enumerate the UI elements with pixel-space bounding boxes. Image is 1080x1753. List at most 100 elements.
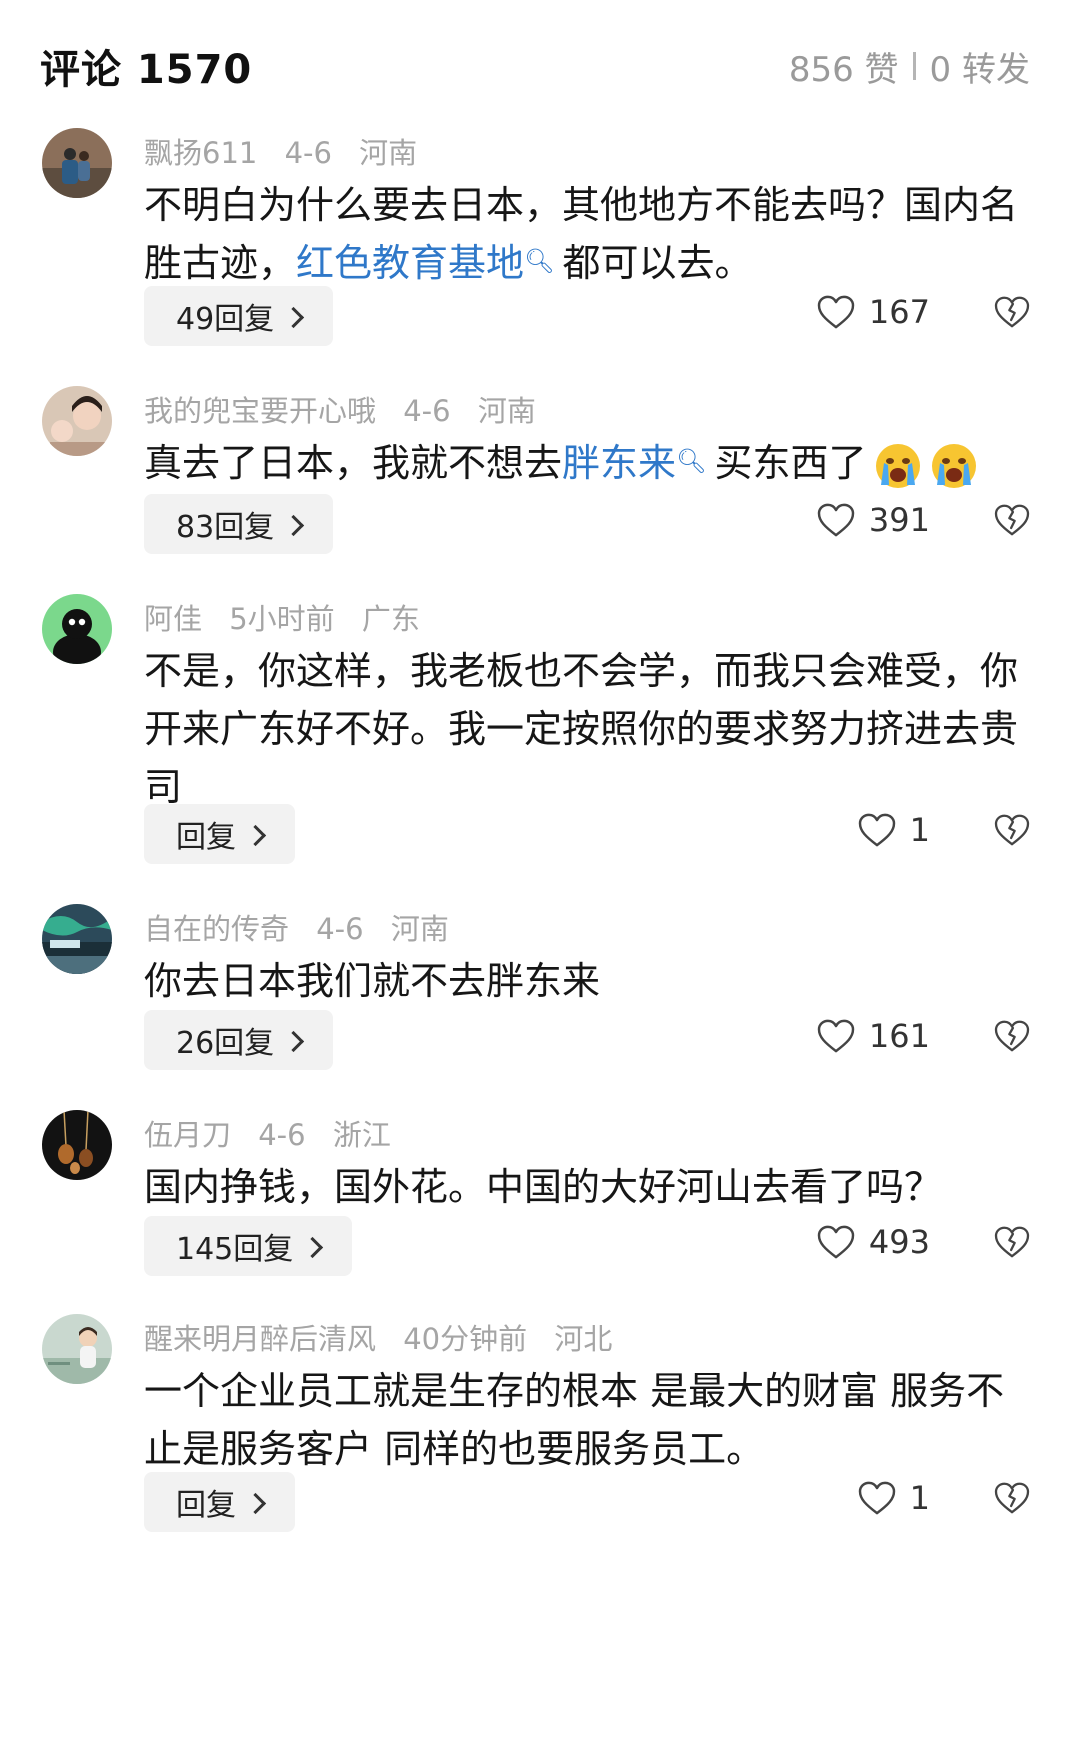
comment-username[interactable]: 自在的传奇	[144, 912, 289, 946]
comments-header: 评论 1570 856 赞 0 转发	[40, 40, 1030, 93]
reply-count-label: 回复	[176, 820, 236, 855]
comment-time: 4-6	[403, 394, 451, 428]
comment-text: 你去日本我们就不去胖东来	[144, 959, 601, 1003]
search-link[interactable]: 红色教育基地	[296, 241, 524, 285]
like-button[interactable]: 161	[817, 1006, 930, 1066]
stats-divider	[912, 52, 916, 80]
crying-face-emoji-icon	[931, 443, 976, 488]
comment-text-part: 都可以去。	[562, 241, 753, 285]
comment-time: 4-6	[284, 136, 332, 170]
comment-username[interactable]: 伍月刀	[144, 1118, 231, 1152]
view-replies-button[interactable]: 26回复	[144, 1010, 334, 1070]
comment-text-part: 买东西了	[714, 441, 867, 485]
like-button[interactable]: 391	[817, 490, 930, 550]
post-stats: 856 赞 0 转发	[789, 42, 1030, 91]
user-avatar[interactable]	[42, 594, 112, 664]
dislike-button[interactable]	[994, 1212, 1030, 1272]
like-count: 1	[909, 811, 930, 849]
chevron-right-icon	[283, 514, 305, 536]
comment-text: 不是，你这样，我老板也不会学，而我只会难受，你开来广东好不好。我一定按照你的要求…	[144, 649, 1019, 809]
chevron-right-icon	[283, 1030, 305, 1052]
heart-icon	[817, 1019, 855, 1053]
post-shares-count[interactable]: 0 转发	[930, 42, 1030, 91]
dislike-button[interactable]	[994, 490, 1030, 550]
user-avatar[interactable]	[42, 904, 112, 974]
like-count: 161	[868, 1017, 930, 1055]
broken-heart-icon	[994, 814, 1030, 846]
broken-heart-icon	[994, 1020, 1030, 1052]
search-link[interactable]: 胖东来	[562, 441, 676, 485]
chevron-right-icon	[244, 824, 267, 846]
comment-text: 不明白为什么要去日本，其他地方不能去吗？国内名胜古迹，红色教育基地🔍︎ 都可以去。	[144, 176, 1024, 292]
comment-time: 4-6	[258, 1118, 306, 1152]
jewelry-avatar-icon	[42, 1110, 112, 1180]
chevron-right-icon	[302, 1236, 324, 1258]
comment-meta: 伍月刀 4-6 浙江	[144, 1112, 409, 1154]
dislike-button[interactable]	[994, 1006, 1030, 1066]
user-avatar[interactable]	[42, 128, 112, 198]
comment-region: 广东	[361, 602, 420, 636]
search-icon: 🔍︎	[676, 447, 707, 475]
post-likes-count[interactable]: 856 赞	[789, 42, 899, 91]
landscape-avatar-icon	[42, 904, 112, 974]
like-button[interactable]: 167	[817, 282, 930, 342]
dislike-button[interactable]	[994, 800, 1030, 860]
comment-time: 4-6	[316, 912, 364, 946]
comment-meta: 自在的传奇 4-6 河南	[144, 906, 467, 948]
heart-icon	[858, 1481, 896, 1515]
like-count: 493	[868, 1223, 930, 1261]
reply-count-label: 26回复	[176, 1026, 275, 1061]
user-avatar-photo-icon	[42, 128, 112, 198]
comment-text-part: 真去了日本，我就不想去	[144, 441, 563, 485]
comment-meta: 醒来明月醉后清风 40分钟前 河北	[144, 1316, 630, 1358]
view-replies-button[interactable]: 83回复	[144, 494, 334, 554]
comment-region: 河北	[554, 1322, 613, 1356]
user-avatar[interactable]	[42, 1110, 112, 1180]
like-count: 391	[868, 501, 930, 539]
cartoon-avatar-icon	[42, 594, 112, 664]
view-replies-button[interactable]: 回复	[144, 1472, 295, 1532]
broken-heart-icon	[994, 1482, 1030, 1514]
reply-count-label: 83回复	[176, 510, 275, 545]
heart-icon	[817, 1225, 855, 1259]
comment-username[interactable]: 飘扬611	[144, 136, 257, 170]
like-button[interactable]: 1	[858, 1468, 930, 1528]
user-avatar-photo-icon	[42, 386, 112, 456]
comment-username[interactable]: 醒来明月醉后清风	[144, 1322, 376, 1356]
crying-face-emoji-icon	[875, 443, 920, 488]
heart-icon	[817, 503, 855, 537]
comments-page: 评论 1570 856 赞 0 转发 飘扬611 4-6 河南 不明白为什么要去…	[0, 0, 1080, 1753]
like-count: 1	[909, 1479, 930, 1517]
dislike-button[interactable]	[994, 1468, 1030, 1528]
heart-icon	[858, 813, 896, 847]
reply-count-label: 49回复	[176, 302, 275, 337]
comment-region: 河南	[390, 912, 449, 946]
comment-meta: 阿佳 5小时前 广东	[144, 596, 438, 638]
broken-heart-icon	[994, 504, 1030, 536]
comment-region: 河南	[477, 394, 536, 428]
view-replies-button[interactable]: 145回复	[144, 1216, 353, 1276]
comment-region: 浙江	[332, 1118, 391, 1152]
reply-count-label: 回复	[176, 1488, 236, 1523]
like-count: 167	[868, 293, 930, 331]
like-button[interactable]: 493	[817, 1212, 930, 1272]
like-button[interactable]: 1	[858, 800, 930, 860]
dislike-button[interactable]	[994, 282, 1030, 342]
user-avatar[interactable]	[42, 1314, 112, 1384]
view-replies-button[interactable]: 49回复	[144, 286, 334, 346]
chevron-right-icon	[283, 306, 305, 328]
chevron-right-icon	[244, 1492, 267, 1514]
broken-heart-icon	[994, 296, 1030, 328]
comment-meta: 我的兜宝要开心哦 4-6 河南	[144, 388, 554, 430]
comment-time: 5小时前	[229, 602, 335, 636]
user-avatar[interactable]	[42, 386, 112, 456]
reply-count-label: 145回复	[176, 1232, 294, 1267]
search-icon: 🔍︎	[524, 247, 555, 275]
comment-username[interactable]: 阿佳	[144, 602, 202, 636]
comment-text: 一个企业员工就是生存的根本 是最大的财富 服务不止是服务客户 同样的也要服务员工…	[144, 1369, 1005, 1471]
broken-heart-icon	[994, 1226, 1030, 1258]
comment-username[interactable]: 我的兜宝要开心哦	[144, 394, 376, 428]
comments-title: 评论 1570	[40, 47, 253, 93]
view-replies-button[interactable]: 回复	[144, 804, 295, 864]
child-avatar-icon	[42, 1314, 112, 1384]
